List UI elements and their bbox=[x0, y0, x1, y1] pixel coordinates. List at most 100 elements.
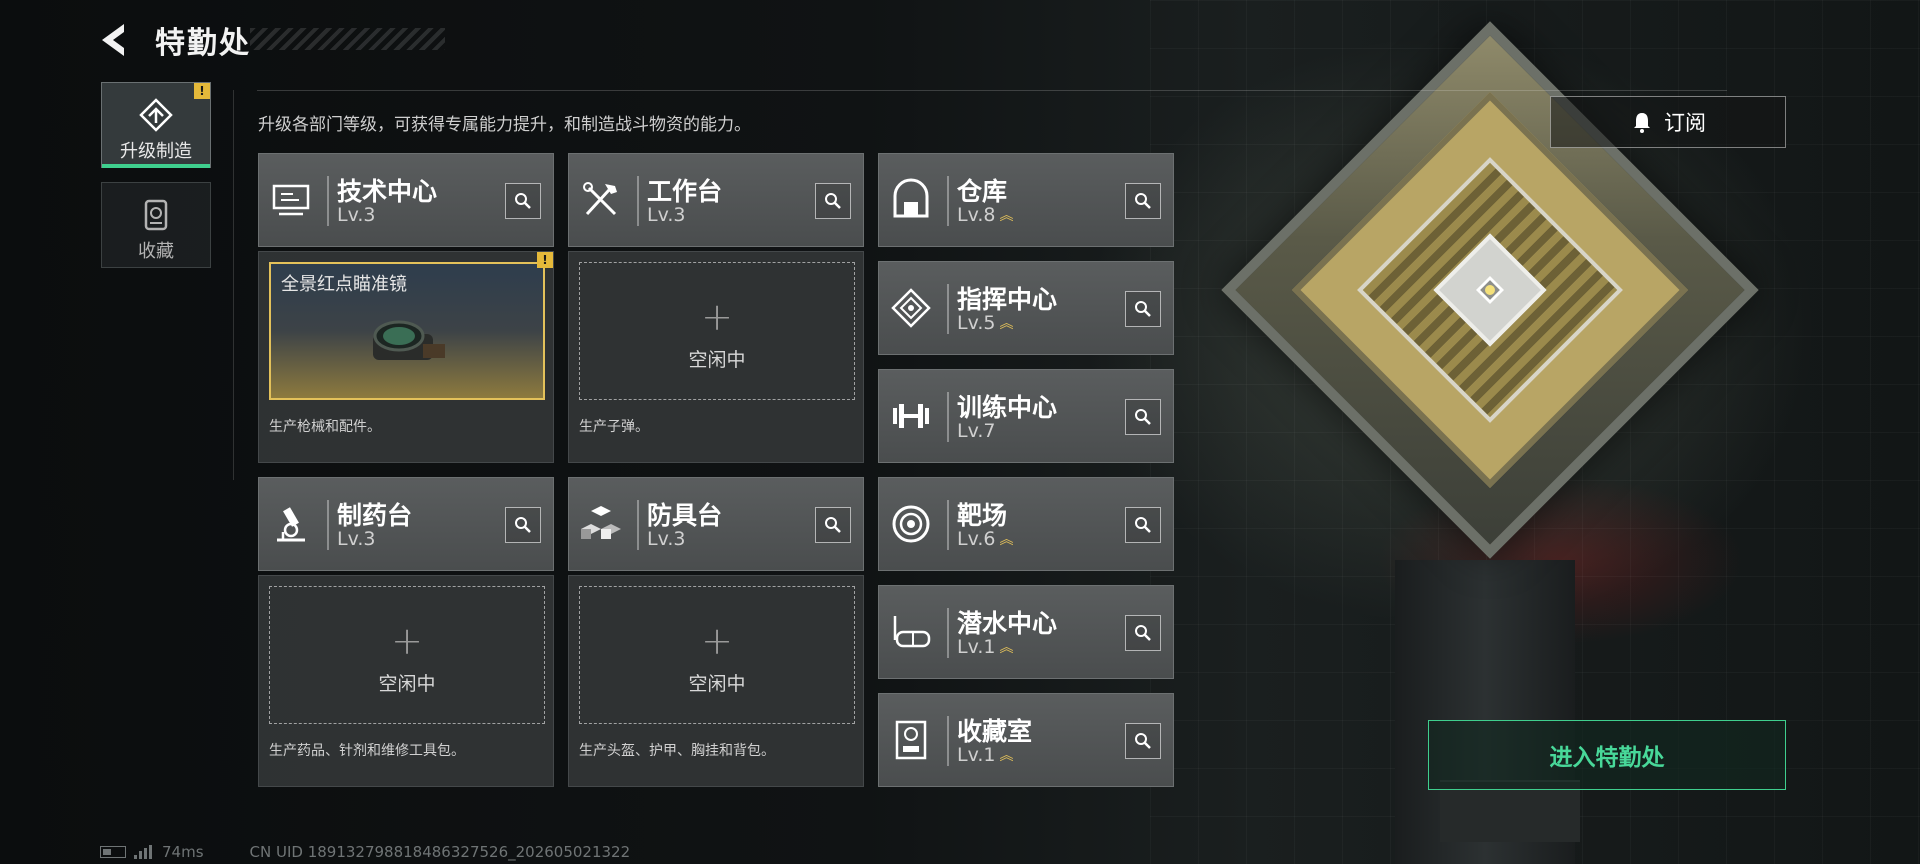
target-icon bbox=[892, 505, 930, 543]
search-icon bbox=[1135, 517, 1151, 533]
search-button[interactable] bbox=[505, 183, 541, 219]
dept-name: 技术中心 bbox=[337, 177, 438, 206]
dept-diving-center[interactable]: 潜水中心 Lv.1 ︽ bbox=[878, 585, 1174, 679]
search-icon bbox=[825, 517, 841, 533]
production-slot[interactable]: + 空闲中 bbox=[579, 262, 855, 400]
upgrade-available-icon: ︽ bbox=[999, 639, 1014, 656]
production-item-name: 全景红点瞄准镜 bbox=[281, 274, 407, 295]
search-icon bbox=[1135, 733, 1151, 749]
dept-shooting-range[interactable]: 靶场 Lv.6 ︽ bbox=[878, 477, 1174, 571]
dept-command-center[interactable]: 指挥中心 Lv.5 ︽ bbox=[878, 261, 1174, 355]
dept-level: Lv.3 bbox=[337, 204, 376, 226]
search-icon bbox=[1135, 193, 1151, 209]
page-description: 升级各部门等级，可获得专属能力提升，和制造战斗物资的能力。 bbox=[258, 115, 751, 135]
search-icon bbox=[515, 193, 531, 209]
warehouse-icon bbox=[893, 178, 929, 218]
upgrade-icon bbox=[139, 98, 173, 132]
diving-mask-icon bbox=[893, 616, 931, 648]
dumbbell-icon bbox=[893, 404, 929, 428]
title-decoration bbox=[250, 28, 445, 50]
dept-training-center[interactable]: 训练中心 Lv.7 bbox=[878, 369, 1174, 463]
status-bar: 74ms CN UID 189132798818486327526_202605… bbox=[100, 842, 630, 862]
upgrade-available-icon: ︽ bbox=[999, 531, 1014, 548]
collection-room-icon bbox=[895, 720, 927, 760]
production-panel-pharmacy: + 空闲中 生产药品、针剂和维修工具包。 bbox=[258, 575, 554, 787]
latency-text: 74ms bbox=[162, 843, 204, 861]
subscribe-label: 订阅 bbox=[1664, 111, 1706, 135]
search-button[interactable] bbox=[1125, 399, 1161, 435]
dept-level: Lv.6 ︽ bbox=[957, 528, 1014, 550]
search-button[interactable] bbox=[815, 507, 851, 543]
production-description: 生产头盔、护甲、胸挂和背包。 bbox=[579, 743, 775, 759]
uid-text: CN UID 189132798818486327526_20260502132… bbox=[249, 843, 631, 861]
search-icon bbox=[1135, 301, 1151, 317]
dept-name: 收藏室 bbox=[957, 717, 1033, 746]
search-icon bbox=[515, 517, 531, 533]
header-divider bbox=[257, 90, 1727, 91]
dept-name: 指挥中心 bbox=[957, 285, 1058, 314]
search-button[interactable] bbox=[1125, 723, 1161, 759]
search-button[interactable] bbox=[1125, 291, 1161, 327]
dept-level: Lv.1 ︽ bbox=[957, 636, 1014, 658]
dept-collection-room[interactable]: 收藏室 Lv.1 ︽ bbox=[878, 693, 1174, 787]
dept-name: 防具台 bbox=[647, 501, 723, 530]
dept-tech-center[interactable]: 技术中心 Lv.3 bbox=[258, 153, 554, 247]
plus-icon: + bbox=[701, 295, 733, 339]
signal-icon bbox=[134, 845, 152, 859]
search-icon bbox=[1135, 409, 1151, 425]
nav-label: 升级制造 bbox=[120, 141, 192, 162]
dept-name: 潜水中心 bbox=[957, 609, 1058, 638]
plus-icon: + bbox=[391, 619, 423, 663]
search-button[interactable] bbox=[1125, 183, 1161, 219]
production-panel-armor: + 空闲中 生产头盔、护甲、胸挂和背包。 bbox=[568, 575, 864, 787]
battery-icon bbox=[100, 846, 126, 858]
microscope-icon bbox=[277, 507, 305, 542]
slot-status: 空闲中 bbox=[378, 673, 436, 695]
nav-label: 收藏 bbox=[138, 241, 174, 262]
dept-name: 工作台 bbox=[647, 177, 723, 206]
dept-workbench[interactable]: 工作台 Lv.3 bbox=[568, 153, 864, 247]
dept-level: Lv.3 bbox=[647, 528, 686, 550]
plus-icon: + bbox=[701, 619, 733, 663]
subscribe-button[interactable]: 订阅 bbox=[1550, 96, 1786, 148]
search-icon bbox=[1135, 625, 1151, 641]
production-slot[interactable]: + 空闲中 bbox=[579, 586, 855, 724]
page-title: 特勤处 bbox=[155, 26, 251, 61]
dept-name: 仓库 bbox=[957, 177, 1008, 206]
dept-level: Lv.7 bbox=[957, 420, 996, 442]
command-icon bbox=[891, 288, 931, 328]
production-slot[interactable]: 全景红点瞄准镜 bbox=[269, 262, 545, 400]
red-dot-scope-image bbox=[373, 320, 445, 360]
back-button[interactable] bbox=[96, 20, 136, 60]
nav-upgrade-manufacture[interactable]: 升级制造 ! bbox=[101, 82, 211, 168]
search-icon bbox=[825, 193, 841, 209]
search-button[interactable] bbox=[1125, 507, 1161, 543]
alert-badge: ! bbox=[194, 83, 210, 99]
production-description: 生产枪械和配件。 bbox=[269, 419, 381, 435]
upgrade-available-icon: ︽ bbox=[999, 207, 1014, 224]
bell-icon bbox=[1634, 113, 1650, 133]
nav-collection[interactable]: 收藏 bbox=[101, 182, 211, 268]
dept-name: 训练中心 bbox=[957, 393, 1058, 422]
cubes-icon bbox=[581, 506, 621, 539]
enter-special-ops-button[interactable]: 进入特勤处 bbox=[1428, 720, 1786, 790]
upgrade-available-icon: ︽ bbox=[999, 747, 1014, 764]
dept-level: Lv.1 ︽ bbox=[957, 744, 1014, 766]
slot-status: 空闲中 bbox=[688, 673, 746, 695]
dept-pharmacy[interactable]: 制药台 Lv.3 bbox=[258, 477, 554, 571]
upgrade-available-icon: ︽ bbox=[999, 315, 1014, 332]
search-button[interactable] bbox=[815, 183, 851, 219]
nav-divider bbox=[233, 90, 234, 480]
tools-icon bbox=[583, 182, 617, 216]
alert-badge: ! bbox=[537, 252, 553, 268]
dept-warehouse[interactable]: 仓库 Lv.8 ︽ bbox=[878, 153, 1174, 247]
dept-armor-bench[interactable]: 防具台 Lv.3 bbox=[568, 477, 864, 571]
dept-level: Lv.5 ︽ bbox=[957, 312, 1014, 334]
production-slot[interactable]: + 空闲中 bbox=[269, 586, 545, 724]
slot-status: 空闲中 bbox=[688, 349, 746, 371]
production-description: 生产药品、针剂和维修工具包。 bbox=[269, 743, 465, 759]
dept-level: Lv.8 ︽ bbox=[957, 204, 1014, 226]
search-button[interactable] bbox=[505, 507, 541, 543]
search-button[interactable] bbox=[1125, 615, 1161, 651]
dept-level: Lv.3 bbox=[647, 204, 686, 226]
